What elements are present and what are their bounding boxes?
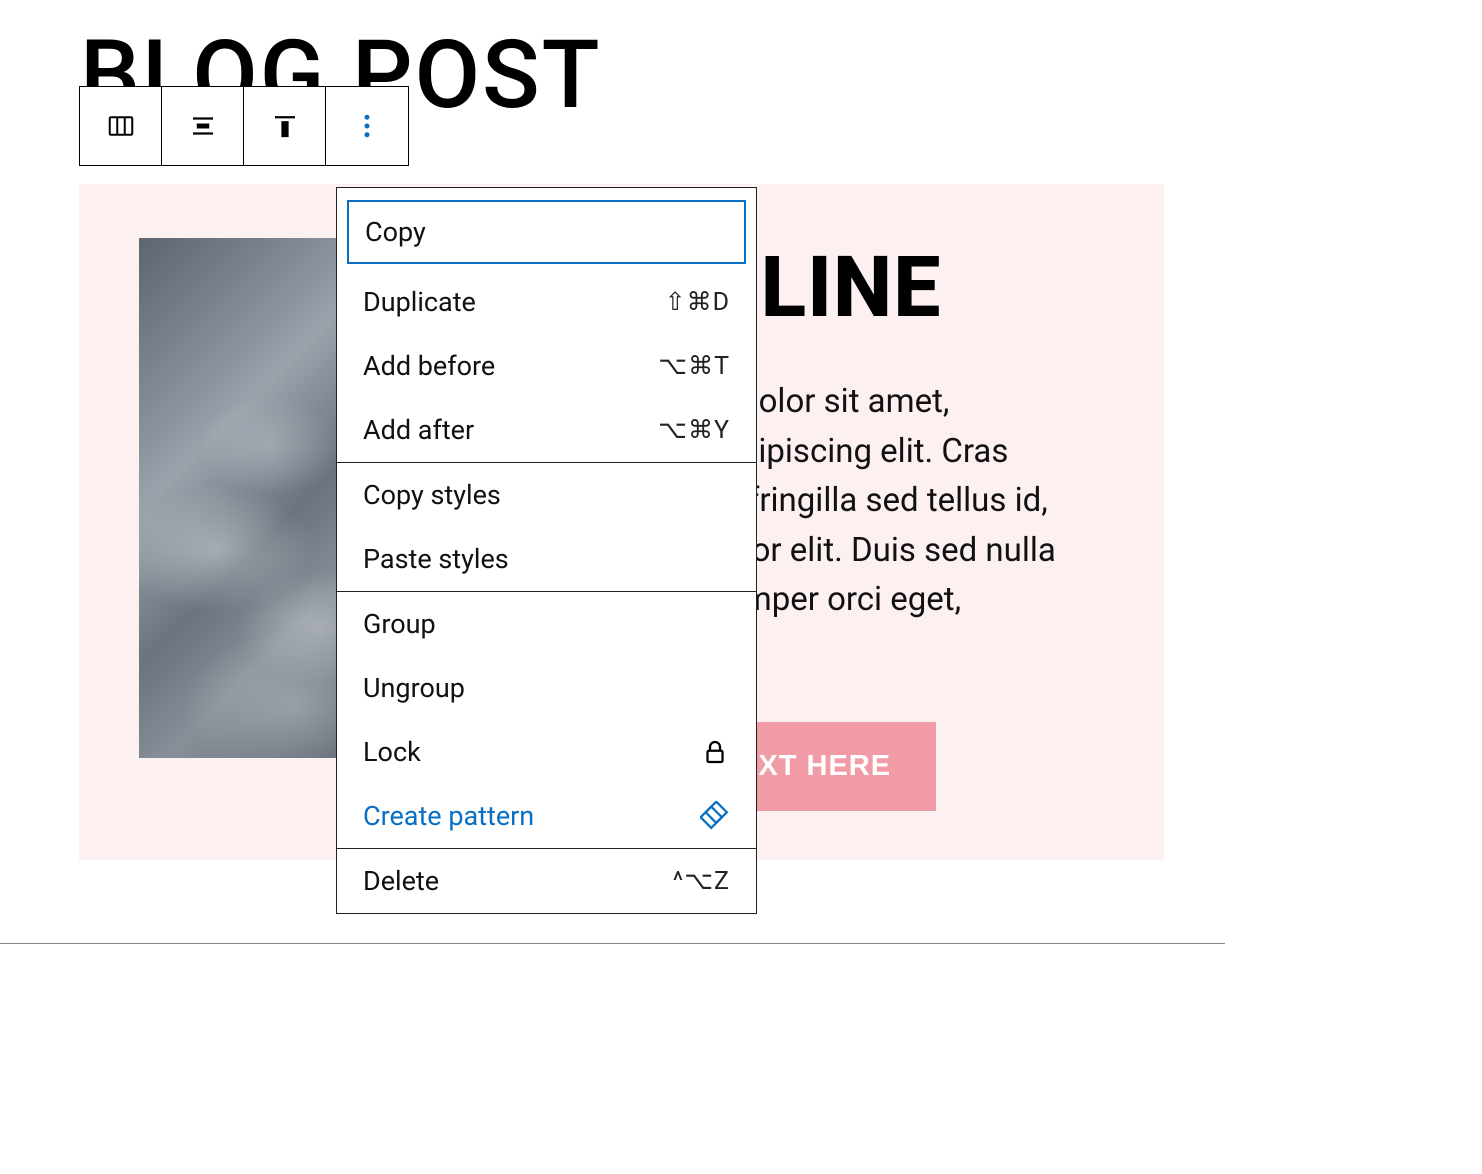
shortcut: ⇧⌘D (665, 287, 730, 317)
lock-icon (700, 737, 730, 767)
pattern-icon (700, 801, 730, 831)
more-vertical-icon (352, 111, 382, 141)
menu-ungroup[interactable]: Ungroup (337, 656, 756, 720)
menu-label: Copy styles (363, 479, 501, 511)
columns-button[interactable] (80, 87, 162, 165)
menu-label: Lock (363, 736, 421, 768)
menu-add-after[interactable]: Add after ⌥⌘Y (337, 398, 756, 462)
more-options-button[interactable] (326, 87, 408, 165)
menu-label: Duplicate (363, 286, 476, 318)
shortcut: ^⌥Z (673, 866, 730, 896)
menu-create-pattern[interactable]: Create pattern (337, 784, 756, 848)
menu-copy-styles[interactable]: Copy styles (337, 463, 756, 527)
menu-label: Ungroup (363, 672, 465, 704)
menu-label: Copy (365, 216, 426, 248)
menu-paste-styles[interactable]: Paste styles (337, 527, 756, 591)
columns-icon (106, 111, 136, 141)
shortcut: ⌥⌘Y (658, 415, 730, 445)
align-icon (188, 111, 218, 141)
menu-group[interactable]: Group (337, 592, 756, 656)
menu-add-before[interactable]: Add before ⌥⌘T (337, 334, 756, 398)
vertical-align-button[interactable] (244, 87, 326, 165)
menu-label: Group (363, 608, 436, 640)
vertical-align-top-icon (270, 111, 300, 141)
align-button[interactable] (162, 87, 244, 165)
menu-label: Add before (363, 350, 495, 382)
divider (0, 943, 1225, 944)
options-dropdown: Copy Duplicate ⇧⌘D Add before ⌥⌘T Add af… (336, 187, 757, 914)
block-toolbar (79, 86, 409, 166)
menu-label: Delete (363, 865, 439, 897)
menu-label: Add after (363, 414, 474, 446)
menu-lock[interactable]: Lock (337, 720, 756, 784)
menu-duplicate[interactable]: Duplicate ⇧⌘D (337, 270, 756, 334)
menu-label: Paste styles (363, 543, 509, 575)
menu-copy[interactable]: Copy (347, 200, 746, 264)
menu-delete[interactable]: Delete ^⌥Z (337, 849, 756, 913)
shortcut: ⌥⌘T (658, 351, 730, 381)
menu-label: Create pattern (363, 800, 534, 832)
